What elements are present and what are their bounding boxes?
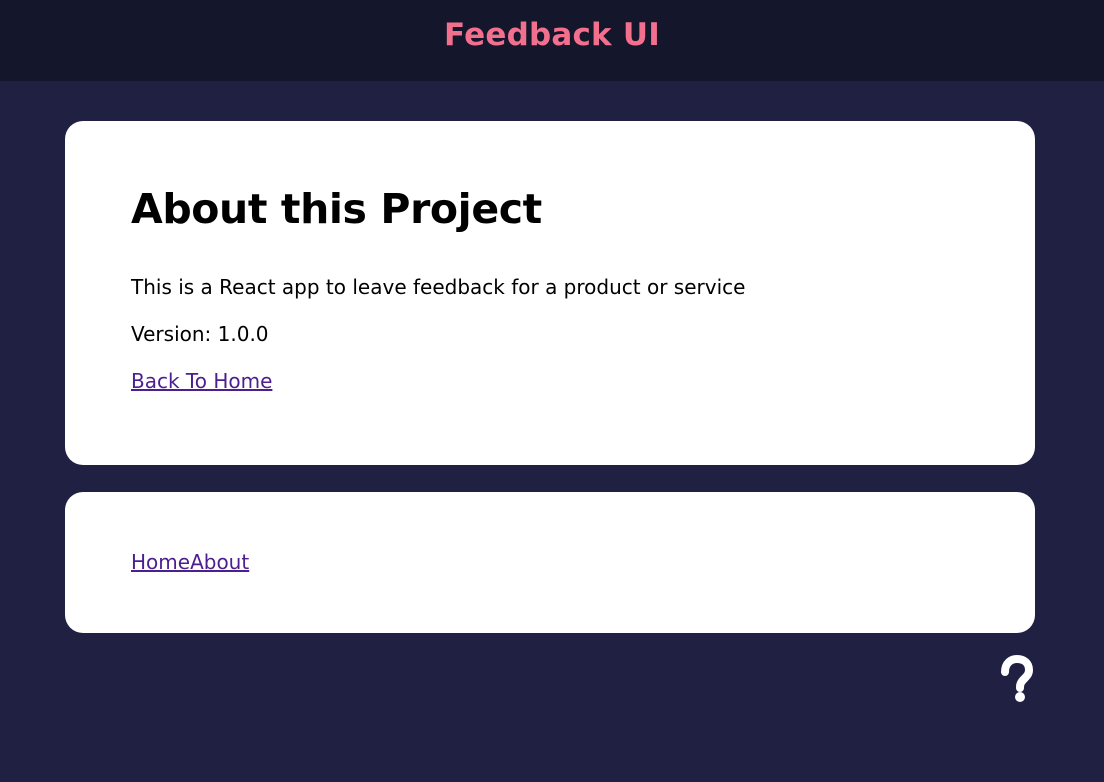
- home-link[interactable]: Home: [131, 550, 190, 574]
- app-header: Feedback UI: [0, 0, 1104, 81]
- page-title: About this Project: [131, 185, 542, 233]
- help-link[interactable]: [996, 652, 1036, 706]
- about-link[interactable]: About: [190, 550, 249, 574]
- nav-links: HomeAbout: [131, 548, 249, 576]
- about-card: About this Project This is a React app t…: [65, 121, 1035, 465]
- nav-card: HomeAbout: [65, 492, 1035, 633]
- version-text: Version: 1.0.0: [131, 322, 269, 346]
- question-mark-icon: [1001, 655, 1033, 702]
- back-link-container: Back To Home: [131, 367, 272, 395]
- back-to-home-link[interactable]: Back To Home: [131, 369, 272, 393]
- project-description: This is a React app to leave feedback fo…: [131, 275, 746, 299]
- app-title: Feedback UI: [444, 17, 660, 53]
